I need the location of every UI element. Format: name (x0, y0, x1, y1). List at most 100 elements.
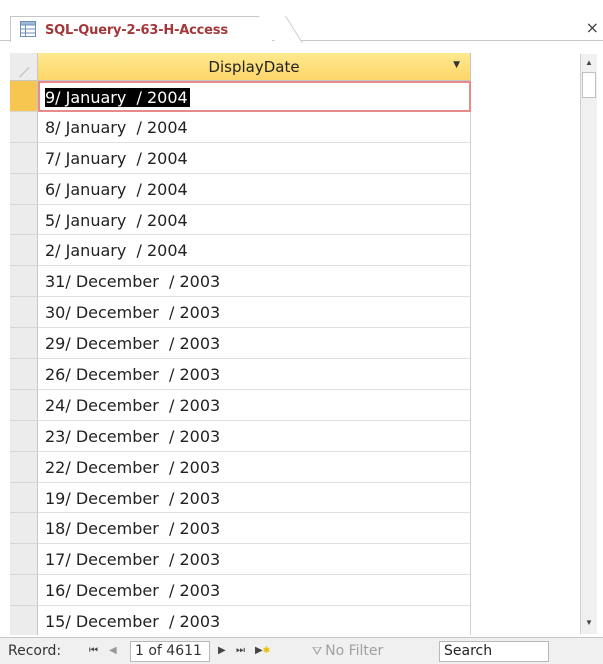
cell-value: 8/ January / 2004 (45, 117, 188, 137)
column-header-displaydate[interactable]: DisplayDate ▼ (38, 53, 471, 81)
displaydate-cell[interactable]: 29/ December / 2003 (38, 328, 471, 360)
tab-title: SQL-Query-2-63-H-Access (45, 23, 228, 38)
cell-value: 26/ December / 2003 (45, 365, 221, 385)
displaydate-cell[interactable]: 22/ December / 2003 (38, 451, 471, 483)
table-row: 5/ January / 2004 (10, 204, 593, 236)
datasheet-rows: 9/ January / 2004 8/ January / 2004 7/ Jan… (10, 81, 593, 635)
new-record-icon[interactable]: ▶✱ (255, 645, 270, 656)
select-all-corner[interactable] (10, 53, 38, 81)
record-selector[interactable] (10, 482, 38, 514)
cell-value: 17/ December / 2003 (45, 550, 221, 570)
table-row: 6/ January / 2004 (10, 173, 593, 205)
displaydate-cell[interactable]: 6/ January / 2004 (38, 173, 471, 205)
cell-value: 2/ January / 2004 (45, 241, 188, 261)
datasheet-icon (20, 21, 36, 37)
record-selector[interactable] (10, 235, 38, 267)
record-navigation-bar: Record: ⏮ ◀ 1 of 4611 ▶ ⏭ ▶✱ ⛛ No Filter … (0, 637, 603, 664)
record-selector[interactable] (10, 606, 38, 635)
previous-record-icon[interactable]: ◀ (109, 645, 117, 656)
displaydate-cell[interactable]: 18/ December / 2003 (38, 513, 471, 545)
datasheet-grid: DisplayDate ▼ 9/ January / 2004 8/ Januar… (10, 53, 593, 635)
table-row: 15/ December / 2003 (10, 606, 593, 635)
displaydate-cell[interactable]: 9/ January / 2004 (38, 81, 471, 112)
filter-icon: ⛛ (312, 644, 323, 658)
record-selector[interactable] (10, 266, 38, 298)
record-selector[interactable] (10, 111, 38, 143)
cell-value: 23/ December / 2003 (45, 426, 221, 446)
first-record-icon[interactable]: ⏮ (89, 645, 98, 656)
record-label: Record: (8, 643, 62, 659)
displaydate-cell[interactable]: 19/ December / 2003 (38, 482, 471, 514)
filter-label: No Filter (325, 643, 384, 659)
cell-value: 16/ December / 2003 (45, 581, 221, 601)
displaydate-cell[interactable]: 7/ January / 2004 (38, 142, 471, 174)
record-selector[interactable] (10, 389, 38, 421)
no-filter-button[interactable]: ⛛ No Filter (312, 643, 383, 659)
column-header-label: DisplayDate (208, 58, 300, 76)
next-record-icon[interactable]: ▶ (218, 645, 226, 656)
table-row: 16/ December / 2003 (10, 575, 593, 607)
record-selector[interactable] (10, 204, 38, 236)
cell-value: 29/ December / 2003 (45, 334, 221, 354)
table-row: 19/ December / 2003 (10, 482, 593, 514)
displaydate-cell[interactable]: 16/ December / 2003 (38, 575, 471, 607)
vertical-scrollbar[interactable]: ▲ ▼ (580, 54, 597, 634)
table-row: 23/ December / 2003 (10, 420, 593, 452)
cell-value: 7/ January / 2004 (45, 148, 188, 168)
displaydate-cell[interactable]: 23/ December / 2003 (38, 420, 471, 452)
table-row: 2/ January / 2004 (10, 235, 593, 267)
scroll-down-arrow-icon[interactable]: ▼ (581, 614, 597, 632)
record-selector[interactable] (10, 451, 38, 483)
table-row: 17/ December / 2003 (10, 544, 593, 576)
record-selector[interactable] (10, 142, 38, 174)
cell-value: 22/ December / 2003 (45, 457, 221, 477)
record-selector[interactable] (10, 420, 38, 452)
cell-value: 30/ December / 2003 (45, 303, 221, 323)
table-row: 26/ December / 2003 (10, 359, 593, 390)
displaydate-cell[interactable]: 17/ December / 2003 (38, 544, 471, 576)
cell-value: 19/ December / 2003 (45, 488, 221, 508)
displaydate-cell[interactable]: 8/ January / 2004 (38, 111, 471, 143)
record-selector[interactable] (10, 359, 38, 390)
record-selector[interactable] (10, 297, 38, 329)
table-row: 7/ January / 2004 (10, 142, 593, 174)
header-row: DisplayDate ▼ (10, 53, 471, 81)
displaydate-cell[interactable]: 30/ December / 2003 (38, 297, 471, 329)
displaydate-cell[interactable]: 24/ December / 2003 (38, 389, 471, 421)
record-selector[interactable] (10, 173, 38, 205)
dropdown-arrow-icon[interactable]: ▼ (453, 60, 460, 70)
displaydate-cell[interactable]: 5/ January / 2004 (38, 204, 471, 236)
table-row: 18/ December / 2003 (10, 513, 593, 545)
table-row: 31/ December / 2003 (10, 266, 593, 298)
record-selector[interactable] (10, 328, 38, 360)
cell-value: 31/ December / 2003 (45, 272, 221, 292)
displaydate-cell[interactable]: 26/ December / 2003 (38, 359, 471, 390)
record-selector[interactable] (10, 575, 38, 607)
displaydate-cell[interactable]: 15/ December / 2003 (38, 606, 471, 635)
table-row: 29/ December / 2003 (10, 328, 593, 360)
cell-value: 9/ January / 2004 (45, 88, 190, 107)
table-row: 22/ December / 2003 (10, 451, 593, 483)
last-record-icon[interactable]: ⏭ (236, 645, 245, 656)
cell-value: 24/ December / 2003 (45, 395, 221, 415)
document-tab[interactable]: SQL-Query-2-63-H-Access (10, 16, 272, 42)
displaydate-cell[interactable]: 31/ December / 2003 (38, 266, 471, 298)
cell-value: 5/ January / 2004 (45, 210, 188, 230)
cell-value: 15/ December / 2003 (45, 612, 221, 632)
record-selector[interactable] (10, 513, 38, 545)
search-input[interactable]: Search (439, 641, 549, 662)
record-selector[interactable] (10, 81, 38, 112)
cell-value: 18/ December / 2003 (45, 519, 221, 539)
document-tab-bar: SQL-Query-2-63-H-Access × (0, 0, 603, 42)
record-position-field[interactable]: 1 of 4611 (130, 641, 210, 662)
table-row: 24/ December / 2003 (10, 389, 593, 421)
close-icon[interactable]: × (586, 20, 599, 36)
record-selector[interactable] (10, 544, 38, 576)
displaydate-cell[interactable]: 2/ January / 2004 (38, 235, 471, 267)
scroll-up-arrow-icon[interactable]: ▲ (581, 54, 597, 72)
scroll-thumb[interactable] (582, 72, 596, 98)
table-row: 30/ December / 2003 (10, 297, 593, 329)
table-row: 9/ January / 2004 (10, 81, 593, 112)
cell-value: 6/ January / 2004 (45, 179, 188, 199)
table-row: 8/ January / 2004 (10, 111, 593, 143)
